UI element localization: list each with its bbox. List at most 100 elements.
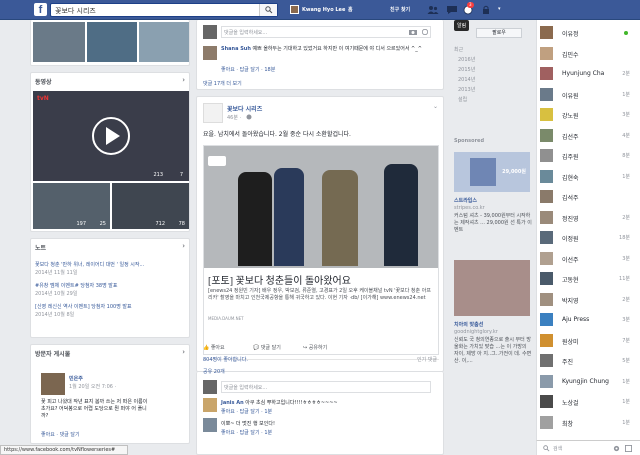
ad-url[interactable]: stripes.co.kr <box>454 205 485 211</box>
page-avatar[interactable] <box>203 103 223 123</box>
videos-header[interactable]: 동영상 <box>35 77 52 86</box>
chat-contact[interactable]: 주진 5분 <box>540 352 636 368</box>
note-title[interactable]: 꽃보다 청춘 '만하 위너, 레이어디 대번 ' 일정 시작... <box>35 261 189 268</box>
chat-contact[interactable]: 이유정 <box>540 24 636 40</box>
last-active: 1분 <box>622 378 630 385</box>
chat-contact[interactable]: 강노원 3분 <box>540 106 636 122</box>
chat-contact[interactable]: 정진영 2분 <box>540 209 636 225</box>
privacy-lock-icon[interactable] <box>480 5 492 15</box>
chat-contact[interactable]: 김민수 <box>540 45 636 61</box>
year-item[interactable]: 2016년 <box>454 56 530 63</box>
link-preview-image[interactable] <box>204 146 438 268</box>
visitor-name[interactable]: 민은주 <box>69 375 83 382</box>
chat-contact[interactable]: Aju Press 3분 <box>540 311 636 327</box>
avatar <box>540 108 553 121</box>
comment-input[interactable]: 댓글을 입력하세요... <box>221 381 431 393</box>
visitor-actions[interactable]: 좋아요 · 댓글 달기 <box>41 431 80 438</box>
sort-comments[interactable]: 인기 댓글 <box>417 356 437 363</box>
comment-author[interactable]: Janis An <box>221 400 244 406</box>
chat-contact[interactable]: 김현숙 1분 <box>540 168 636 184</box>
comment-author[interactable]: Shana Suh <box>221 46 251 52</box>
avatar <box>540 169 553 183</box>
chat-contact-name: 박지영 <box>562 297 579 305</box>
avatar[interactable] <box>203 418 217 432</box>
more-comments-link[interactable]: 댓글 17개 더 보기 <box>203 80 242 87</box>
account-menu-arrow[interactable]: ▾ <box>498 6 501 12</box>
chat-contact[interactable]: 노상걸 1분 <box>540 393 636 409</box>
chat-contact[interactable]: 김주원 8분 <box>540 147 636 163</box>
chevron-right-icon[interactable]: › <box>182 76 185 84</box>
avatar[interactable] <box>41 373 65 395</box>
visitor-posts-header[interactable]: 방문자 게시물 <box>35 349 70 358</box>
chat-contact[interactable]: Hyunjung Cha 2분 <box>540 65 636 81</box>
home-link[interactable]: 홈 <box>348 6 353 13</box>
gear-icon[interactable] <box>613 445 620 452</box>
video-thumb[interactable]: 712 78 <box>112 183 189 229</box>
chat-search[interactable]: 검색 <box>536 440 640 455</box>
shares-count[interactable]: 공유 20개 <box>203 368 225 375</box>
emoji-icon[interactable] <box>422 29 428 35</box>
comment-button[interactable]: 💬 댓글 달기 <box>253 344 281 351</box>
chat-contact[interactable]: 이선주 3분 <box>540 250 636 266</box>
profile-link[interactable]: Kwang Hyo Lee <box>290 5 345 15</box>
note-title[interactable]: [신영 레신신 역사 이벤트] 당첨자 100명 발표 <box>35 303 189 310</box>
share-button[interactable]: ↪ 공유하기 <box>303 344 327 351</box>
search-input[interactable]: 꽃보다 시리즈 <box>50 3 278 17</box>
chat-contact[interactable]: 김석주 <box>540 188 636 204</box>
year-item[interactable]: 설립 <box>454 96 530 103</box>
friend-requests-icon[interactable] <box>427 5 439 15</box>
comment-actions[interactable]: 좋아요 · 답글 달기 · 1분 <box>221 408 272 415</box>
last-active: 7분 <box>622 337 630 344</box>
find-friends-link[interactable]: 친구 찾기 <box>390 6 410 13</box>
avatar[interactable] <box>203 46 217 60</box>
comment-input[interactable]: 댓글을 입력하세요... <box>221 26 431 38</box>
chevron-right-icon[interactable]: › <box>182 242 185 250</box>
comment-icon: 💬 <box>253 345 260 351</box>
photo-thumb[interactable] <box>87 22 137 62</box>
year-recent[interactable]: 최근 <box>454 46 530 53</box>
chat-contact[interactable]: 원상미 7분 <box>540 332 636 348</box>
post-author[interactable]: 꽃보다 시리즈 <box>227 104 262 113</box>
play-icon[interactable] <box>91 116 131 156</box>
video-overlay-text: tvN <box>37 95 49 102</box>
avatar[interactable] <box>203 398 217 412</box>
chat-contact[interactable]: Kyungjin Chung 1분 <box>540 373 636 389</box>
facebook-logo[interactable]: f <box>34 3 47 16</box>
like-button[interactable]: 👍 좋아요 <box>203 344 225 351</box>
note-title[interactable]: #유창 멤체 이벤트# 당첨자 38명 발표 <box>35 282 189 289</box>
chat-contact[interactable]: 고동현 11분 <box>540 270 636 286</box>
chat-contact-name: 최창 <box>562 420 574 428</box>
year-item[interactable]: 2015년 <box>454 66 530 73</box>
ad-title[interactable]: 스트라입스 <box>454 197 477 204</box>
photo-thumb[interactable] <box>33 22 85 62</box>
last-active: 4분 <box>622 132 630 139</box>
video-thumb-main[interactable]: tvN 213 7 <box>33 91 189 181</box>
chat-contact[interactable]: 김선주 4분 <box>540 127 636 143</box>
notes-header[interactable]: 노트 <box>35 243 46 252</box>
camera-icon[interactable] <box>409 29 417 35</box>
chat-contact[interactable]: 이정원 18분 <box>540 229 636 245</box>
ad-image[interactable]: 29,000원 <box>454 152 530 192</box>
chat-contact[interactable]: 최창 1분 <box>540 414 636 430</box>
post-options-chevron-icon[interactable]: ⌄ <box>433 103 438 110</box>
link-preview[interactable]: [포토] 꽃보다 청춘들이 돌아왔어요 [enews24 정원빈 기자] 배우 … <box>203 145 439 355</box>
follow-button[interactable]: 팔로우 <box>476 28 522 38</box>
year-item[interactable]: 2014년 <box>454 76 530 83</box>
link-title[interactable]: [포토] 꽃보다 청춘들이 돌아왔어요 <box>208 272 434 287</box>
comment-actions[interactable]: 좋아요 · 답글 달기 · 1분 <box>221 429 272 436</box>
chevron-right-icon[interactable]: › <box>182 348 185 356</box>
video-thumb[interactable]: 197 25 <box>33 183 110 229</box>
comment-actions[interactable]: 좋아요 · 답글 달기 · 18분 <box>221 66 275 73</box>
search-button[interactable] <box>259 4 277 16</box>
photo-thumb[interactable] <box>139 22 189 62</box>
ad-image[interactable] <box>454 260 530 316</box>
ad-title[interactable]: 치아의 맞춤선 <box>454 321 483 328</box>
chat-contact[interactable]: 이유원 1분 <box>540 86 636 102</box>
likes-count[interactable]: 804명이 좋아합니다. <box>203 356 248 363</box>
ad-url[interactable]: goodnightglory.kr <box>454 329 498 335</box>
chat-contact[interactable]: 박지영 2분 <box>540 291 636 307</box>
year-item[interactable]: 2013년 <box>454 86 530 93</box>
new-message-icon[interactable] <box>625 445 632 452</box>
messages-icon[interactable] <box>446 5 458 15</box>
post-time[interactable]: 46분 · <box>227 114 241 121</box>
